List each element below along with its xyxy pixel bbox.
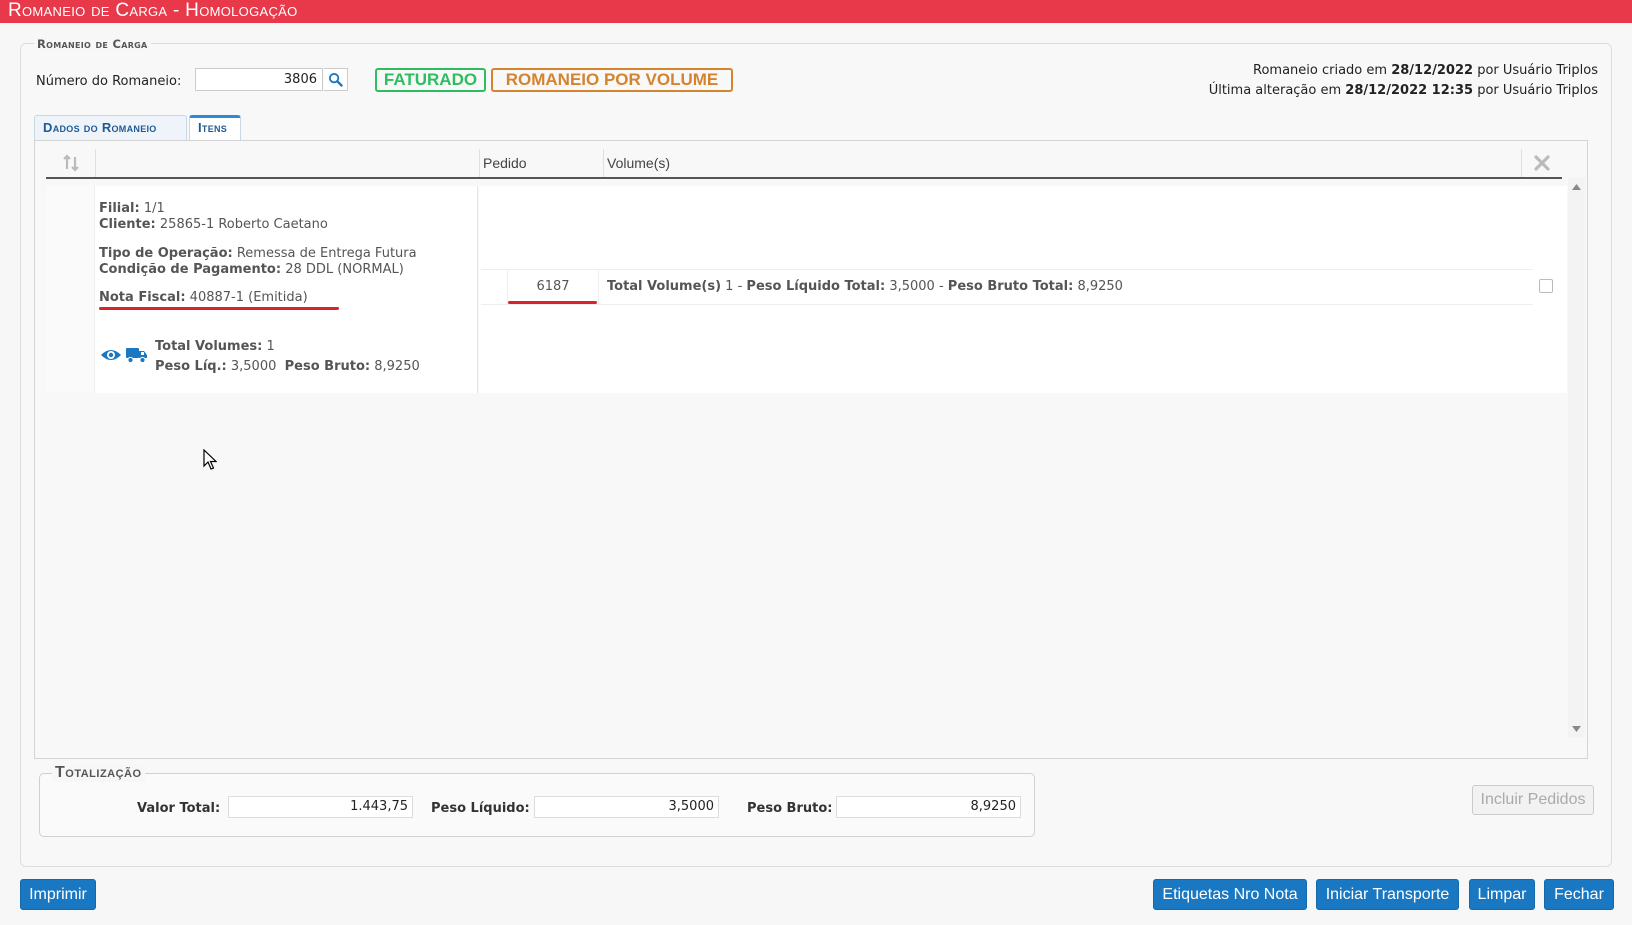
etiquetas-nro-nota-button[interactable]: Etiquetas Nro Nota [1153, 879, 1307, 910]
row-gutter [46, 186, 95, 393]
peso-bruto-field: 8,9250 [836, 796, 1021, 818]
created-info: Romaneio criado em 28/12/2022 por Usuári… [1253, 63, 1598, 78]
valor-total-label: Valor Total: [137, 801, 221, 816]
truck-icon[interactable] [126, 346, 148, 364]
pedido-number: 6187 [507, 270, 599, 304]
romaneio-legend: Romaneio de Carga [34, 37, 151, 51]
totalizacao-legend: Totalização [52, 764, 145, 782]
volume-row: 6187 Total Volume(s) 1 - Peso Líquido To… [481, 269, 1533, 305]
status-badge: FATURADO [375, 68, 486, 92]
limpar-button[interactable]: Limpar [1469, 879, 1535, 910]
cursor-icon [203, 449, 217, 470]
search-icon [328, 72, 343, 87]
numero-romaneio-input[interactable]: 3806 [195, 68, 323, 91]
peso-liquido-field: 3,5000 [534, 796, 719, 818]
grid-header-info [95, 149, 479, 177]
scroll-down-icon[interactable] [1572, 726, 1581, 732]
eye-icon[interactable] [100, 347, 122, 363]
tab-itens[interactable]: Itens [189, 115, 241, 141]
fechar-button[interactable]: Fechar [1544, 879, 1614, 910]
pesos-line: Peso Líq.: 3,5000 Peso Bruto: 8,9250 [155, 359, 420, 374]
pedido-underline [508, 301, 597, 304]
sort-icon [62, 154, 79, 172]
incluir-pedidos-button[interactable]: Incluir Pedidos [1472, 785, 1594, 815]
tipo-operacao-line: Tipo de Operação: Remessa de Entrega Fut… [99, 246, 417, 261]
grid-header: Pedido Volume(s) [46, 149, 1562, 179]
grid-header-volumes: Volume(s) [603, 149, 1521, 177]
row-checkbox[interactable] [1539, 279, 1553, 293]
cliente-line: Cliente: 25865-1 Roberto Caetano [99, 217, 328, 232]
volume-summary: Total Volume(s) 1 - Peso Líquido Total: … [607, 279, 1123, 294]
clear-button[interactable] [1521, 149, 1562, 177]
valor-total-field: 1.443,75 [228, 796, 413, 818]
clear-icon [1534, 155, 1550, 171]
window-title: Romaneio de Carga - Homologação [0, 0, 1632, 23]
search-button[interactable] [324, 68, 348, 91]
grid-header-pedido: Pedido [479, 149, 603, 177]
updated-info: Última alteração em 28/12/2022 12:35 por… [1208, 83, 1598, 98]
condicao-pagamento-line: Condição de Pagamento: 28 DDL (NORMAL) [99, 262, 404, 277]
scroll-up-icon[interactable] [1572, 184, 1581, 190]
peso-liquido-label: Peso Líquido: [431, 801, 530, 816]
type-badge: ROMANEIO POR VOLUME [491, 68, 733, 92]
volumes-cell: 6187 Total Volume(s) 1 - Peso Líquido To… [479, 186, 1567, 393]
peso-bruto-label: Peso Bruto: [747, 801, 833, 816]
tab-dados-romaneio[interactable]: Dados do Romaneio [34, 115, 187, 140]
numero-romaneio-label: Número do Romaneio: [36, 74, 182, 89]
filial-line: Filial: 1/1 [99, 201, 165, 216]
imprimir-button[interactable]: Imprimir [20, 879, 96, 910]
nota-fiscal-line: Nota Fiscal: 40887-1 (Emitida) [99, 290, 308, 305]
table-row: Filial: 1/1 Cliente: 25865-1 Roberto Cae… [46, 186, 478, 393]
total-volumes-line: Total Volumes: 1 [155, 339, 275, 354]
iniciar-transporte-button[interactable]: Iniciar Transporte [1316, 879, 1459, 910]
sort-button[interactable] [46, 149, 95, 177]
nota-fiscal-underline [99, 307, 339, 310]
scrollbar[interactable] [1568, 178, 1585, 738]
